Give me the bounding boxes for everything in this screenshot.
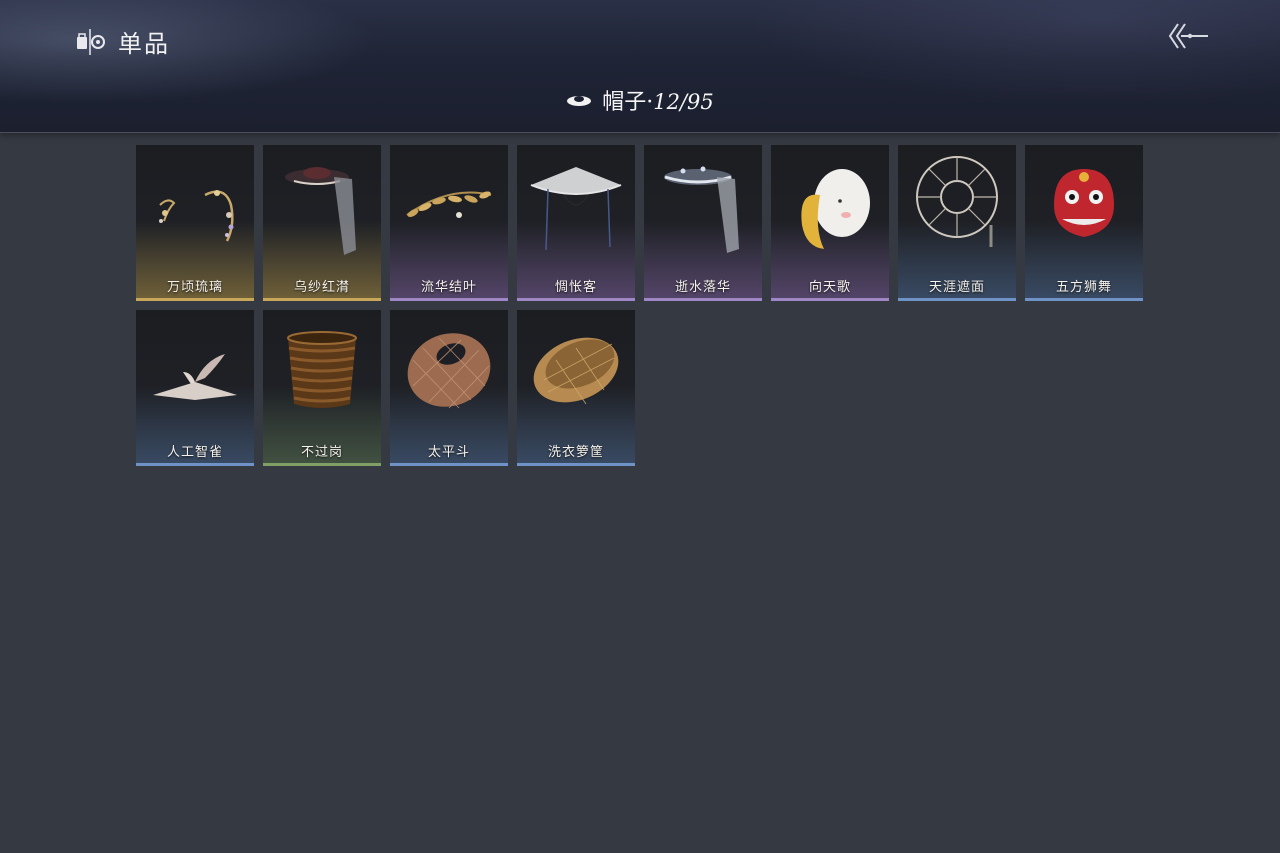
top-header: 单品 帽子·12/95 xyxy=(0,0,1280,133)
item-name: 天涯遮面 xyxy=(928,280,985,295)
laundry-basket-icon xyxy=(533,337,619,405)
item-name: 乌纱红潸 xyxy=(293,280,350,295)
item-card[interactable]: 万顷琉璃 xyxy=(136,145,254,301)
item-name: 不过岗 xyxy=(300,445,343,460)
quality-bar xyxy=(898,298,1016,301)
quality-bar xyxy=(517,298,635,301)
section-label: 单品 xyxy=(118,30,170,58)
item-name: 万顷琉璃 xyxy=(166,280,223,295)
category-name: 帽子· xyxy=(602,90,654,115)
rattan-frame-hat-icon xyxy=(916,156,998,247)
quality-bar xyxy=(263,463,381,466)
goose-hood-icon xyxy=(801,169,870,249)
quality-bar xyxy=(517,463,635,466)
item-name: 五方狮舞 xyxy=(1055,280,1112,295)
quality-bar xyxy=(771,298,889,301)
item-name: 惆怅客 xyxy=(554,280,597,295)
item-name: 向天歌 xyxy=(808,280,851,295)
item-name: 人工智雀 xyxy=(166,445,223,460)
item-card[interactable]: 不过岗 xyxy=(263,310,381,466)
quality-bar xyxy=(263,298,381,301)
quality-bar xyxy=(644,298,762,301)
back-arrow-icon xyxy=(1168,23,1208,49)
quality-bar xyxy=(136,298,254,301)
item-card[interactable]: 惆怅客 xyxy=(517,145,635,301)
leaf-circlet-icon xyxy=(406,191,492,218)
quality-bar xyxy=(390,298,508,301)
quality-bar xyxy=(1025,298,1143,301)
wide-straw-hat-icon xyxy=(530,167,622,251)
item-card[interactable]: 人工智雀 xyxy=(136,310,254,466)
quality-bar xyxy=(136,463,254,466)
item-card[interactable]: 五方狮舞 xyxy=(1025,145,1143,301)
item-card[interactable]: 乌纱红潸 xyxy=(263,145,381,301)
section-title: 单品 xyxy=(74,24,170,59)
woven-basket-hat-icon xyxy=(407,333,491,409)
item-card[interactable]: 洗衣箩筐 xyxy=(517,310,635,466)
quality-bar xyxy=(390,463,508,466)
item-name: 逝水落华 xyxy=(674,280,731,295)
item-name: 太平斗 xyxy=(427,445,470,460)
jeweled-veiled-hat-icon xyxy=(664,166,739,253)
item-card[interactable]: 太平斗 xyxy=(390,310,508,466)
item-card[interactable]: 天涯遮面 xyxy=(898,145,1016,301)
hairpin-ornament-icon xyxy=(159,190,234,242)
item-name: 洗衣箩筐 xyxy=(547,445,604,460)
veiled-hat-icon xyxy=(285,167,356,255)
hat-icon xyxy=(566,91,592,109)
category-header: 帽子·12/95 xyxy=(0,84,1280,116)
back-button[interactable] xyxy=(1164,18,1212,54)
stacked-bowls-icon xyxy=(287,331,357,408)
wardrobe-icon xyxy=(74,25,108,59)
item-name: 流华结叶 xyxy=(420,280,477,295)
category-count: 12/95 xyxy=(653,90,714,114)
bird-hat-icon xyxy=(153,354,237,400)
item-grid: 万顷琉璃 乌纱红潸 流华结叶 惆怅客 逝水落华 向天歌 天涯遮面 五方狮舞 人工… xyxy=(136,145,1146,466)
item-card[interactable]: 逝水落华 xyxy=(644,145,762,301)
item-card[interactable]: 流华结叶 xyxy=(390,145,508,301)
lion-dance-head-icon xyxy=(1054,169,1114,237)
item-card[interactable]: 向天歌 xyxy=(771,145,889,301)
